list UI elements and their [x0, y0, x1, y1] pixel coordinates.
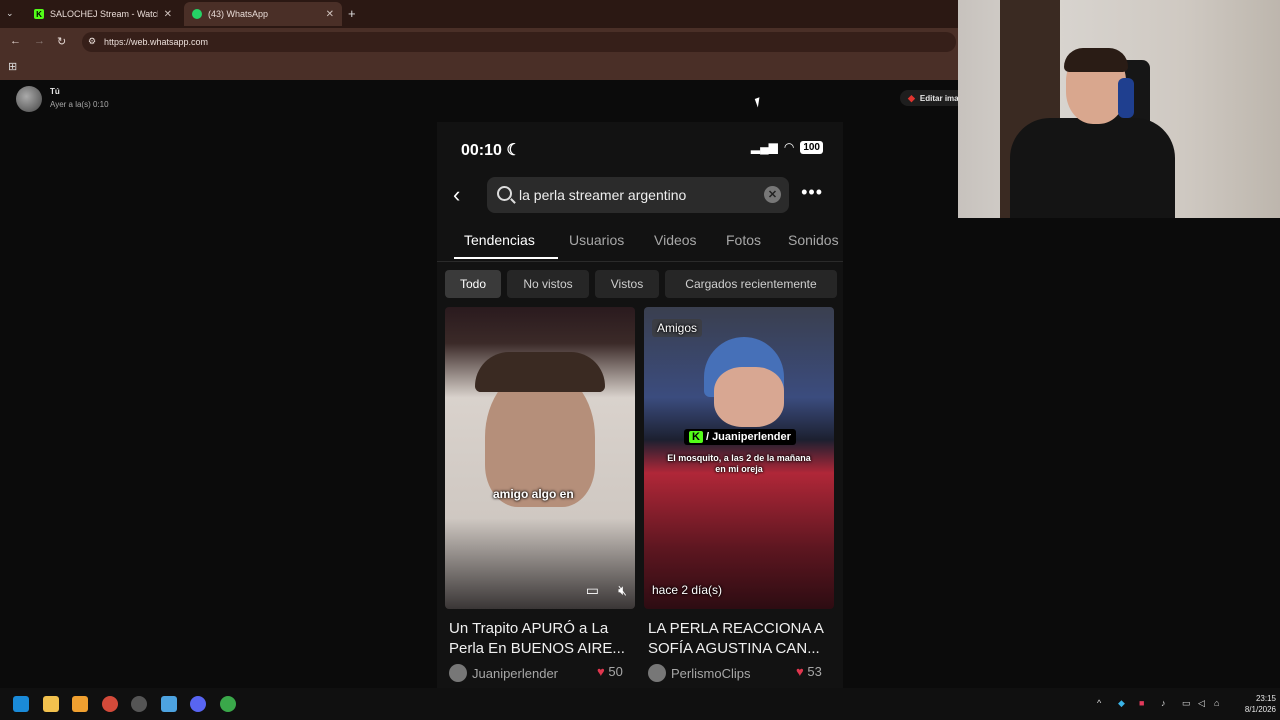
app-icon[interactable] — [131, 696, 147, 712]
video-author[interactable]: PerlismoClips — [648, 664, 750, 682]
tab-kick-stream[interactable]: K SALOCHEJ Stream - Watch Live ✕ — [26, 2, 180, 26]
app-icon[interactable] — [72, 696, 88, 712]
kick-handle: K / Juaniperlender — [684, 429, 796, 445]
author-avatar — [648, 664, 666, 682]
time-ago: hace 2 día(s) — [652, 583, 723, 597]
tab-whatsapp[interactable]: (43) WhatsApp ✕ — [184, 2, 342, 26]
back-arrow-icon[interactable]: ← — [10, 35, 21, 47]
subtitles-icon[interactable]: ▭ — [586, 582, 599, 599]
chrome-icon[interactable] — [102, 696, 118, 712]
tray-app-icon[interactable]: ■ — [1139, 698, 1144, 708]
webcam-person-body — [1010, 118, 1175, 218]
active-tab-indicator — [454, 257, 558, 259]
author-name: PerlismoClips — [671, 665, 751, 681]
tab-sonidos[interactable]: Sonidos — [788, 232, 839, 248]
clock-time: 23:15 — [1255, 694, 1276, 703]
video-thumbnail[interactable]: amigo algo en ▭ 🔇︎ — [445, 307, 635, 609]
search-query: la perla streamer argentino — [519, 187, 687, 203]
tab-label: (43) WhatsApp — [208, 9, 269, 19]
mute-icon[interactable]: 🔇︎ — [618, 582, 627, 599]
tab-search-icon[interactable]: ⌄ — [6, 8, 14, 19]
video-caption: amigo algo en — [493, 487, 574, 501]
tab-fotos[interactable]: Fotos — [726, 232, 761, 248]
display-icon[interactable]: ▭ — [1182, 698, 1191, 709]
tray-chevron-icon[interactable]: ^ — [1097, 698, 1101, 708]
likes-value: 53 — [807, 664, 822, 679]
heart-icon: ♥ — [597, 664, 605, 679]
tab-usuarios[interactable]: Usuarios — [569, 232, 624, 248]
thumbnail-hair — [475, 352, 605, 392]
new-tab-button[interactable]: + — [348, 6, 356, 21]
site-info-icon[interactable]: ⚙ — [88, 36, 96, 47]
filter-cargados-recientemente[interactable]: Cargados recientemente — [665, 270, 837, 298]
heart-icon: ♥ — [796, 664, 804, 679]
likes-value: 50 — [608, 664, 623, 679]
edit-image-button[interactable]: ◆ Editar ima — [900, 90, 958, 106]
video-title[interactable]: LA PERLA REACCIONA A SOFÍA AGUSTINA CAN.… — [648, 619, 834, 659]
address-bar[interactable]: ⚙ https://web.whatsapp.com — [82, 32, 956, 52]
bookmarks-bar — [0, 56, 958, 80]
thumbnail-face — [714, 367, 784, 427]
file-explorer-icon[interactable] — [43, 696, 59, 712]
kick-icon: K — [689, 431, 703, 443]
whatsapp-icon — [192, 9, 202, 19]
webcam-headset — [1118, 78, 1134, 118]
webcam-person-hair — [1064, 48, 1128, 72]
edit-image-label: Editar ima — [919, 93, 958, 103]
kick-icon: K — [34, 9, 44, 19]
clear-icon[interactable]: ✕ — [764, 186, 781, 203]
more-options-icon[interactable]: ••• — [801, 182, 823, 203]
clock-date: 8/1/2026 — [1244, 705, 1276, 714]
edit-icon: ◆ — [908, 92, 915, 103]
tab-videos[interactable]: Videos — [654, 232, 697, 248]
search-icon — [497, 186, 512, 201]
chrome-icon[interactable] — [220, 696, 236, 712]
windows-start-icon[interactable] — [13, 696, 29, 712]
notepad-icon[interactable] — [161, 696, 177, 712]
back-chevron-icon[interactable]: ‹ — [453, 182, 460, 208]
overlay-badge: Amigos — [652, 319, 703, 337]
filter-vistos[interactable]: Vistos — [595, 270, 659, 298]
battery-icon: 100 — [800, 140, 823, 154]
close-icon[interactable]: ✕ — [326, 9, 334, 20]
video-author[interactable]: Juaniperlender — [449, 664, 558, 682]
status-clock: 00:10 ☾ — [461, 142, 521, 159]
like-count: ♥ 50 — [597, 664, 623, 679]
sender-name: Tú — [50, 87, 60, 96]
filter-no-vistos[interactable]: No vistos — [507, 270, 589, 298]
wifi-icon: ◠ — [783, 140, 795, 154]
discord-icon[interactable] — [190, 696, 206, 712]
tray-app-icon[interactable]: ◆ — [1118, 698, 1125, 709]
microphone-icon[interactable]: ♪ — [1161, 698, 1166, 708]
search-input[interactable]: la perla streamer argentino ✕ — [487, 177, 789, 213]
apps-grid-icon[interactable]: ⊞ — [8, 60, 17, 73]
status-icons: ▂▄▆ ◠ 100 — [751, 140, 823, 154]
video-caption: El mosquito, a las 2 de la mañana en mi … — [667, 453, 811, 474]
sent-timestamp: Ayer a la(s) 0:10 — [50, 100, 109, 109]
like-count: ♥ 53 — [796, 664, 822, 679]
network-icon[interactable]: ⌂ — [1214, 698, 1219, 708]
tab-tendencias[interactable]: Tendencias — [464, 232, 535, 248]
author-avatar — [449, 664, 467, 682]
video-thumbnail[interactable]: Amigos K / Juaniperlender El mosquito, a … — [644, 307, 834, 609]
filter-todo[interactable]: Todo — [445, 270, 501, 298]
url-text: https://web.whatsapp.com — [104, 37, 209, 47]
volume-icon[interactable]: ◁ — [1198, 698, 1205, 709]
taskbar-clock[interactable]: 23:15 8/1/2026 — [1236, 693, 1276, 715]
media-viewer-header — [0, 80, 958, 120]
avatar — [16, 86, 42, 112]
close-icon[interactable]: ✕ — [164, 9, 172, 20]
reload-icon[interactable]: ↻ — [57, 35, 66, 48]
forward-arrow-icon[interactable]: → — [34, 35, 45, 47]
tab-label: SALOCHEJ Stream - Watch Live — [50, 9, 158, 19]
signal-icon: ▂▄▆ — [750, 140, 778, 154]
author-name: Juaniperlender — [472, 665, 559, 681]
video-title[interactable]: Un Trapito APURÓ a La Perla En BUENOS AI… — [449, 619, 635, 659]
phone-screenshot: 00:10 ☾ ▂▄▆ ◠ 100 ‹ la perla streamer ar… — [437, 122, 843, 688]
